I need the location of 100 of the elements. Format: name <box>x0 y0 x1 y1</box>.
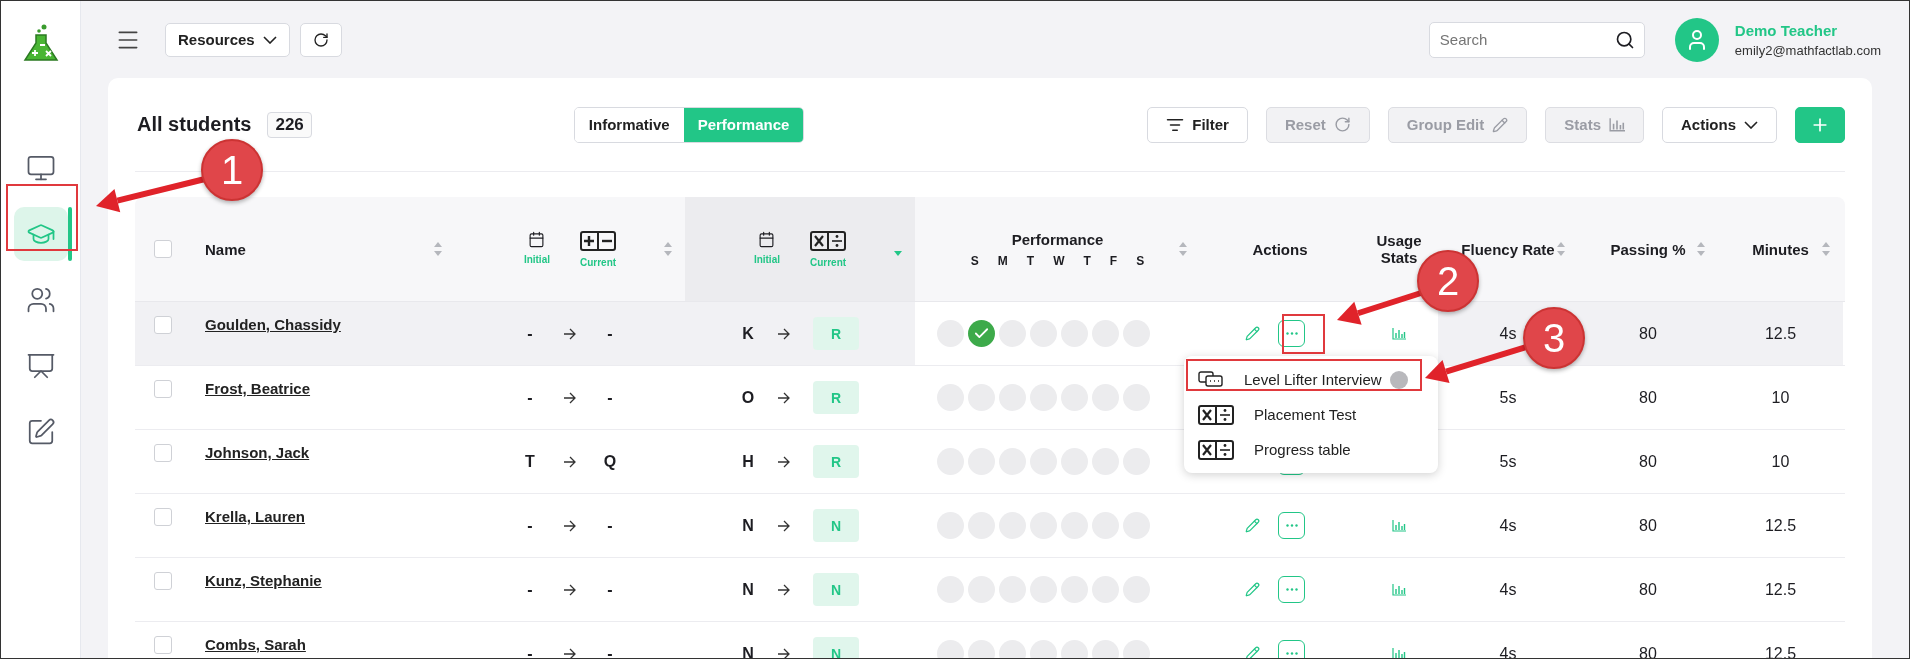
level-text: - <box>526 388 534 407</box>
passing-value: 80 <box>1639 324 1657 343</box>
calendar-icon <box>528 230 546 248</box>
table-row[interactable]: Combs, Sarah - - N N 4s 80 12.5 <box>135 622 1845 658</box>
level-text: K <box>741 324 755 343</box>
checkbox[interactable] <box>153 380 172 398</box>
student-name-link[interactable]: Frost, Beatrice <box>205 380 311 397</box>
bar-chart-icon <box>1609 117 1625 132</box>
edit-icon[interactable] <box>1245 582 1260 597</box>
column-header: Performance <box>1011 230 1104 248</box>
checkbox[interactable] <box>153 240 172 258</box>
weekday-label: M <box>997 253 1008 268</box>
level-badge: R <box>813 317 859 350</box>
passing-value: 80 <box>1639 644 1657 658</box>
column-header: Name <box>204 240 246 258</box>
level-badge: R <box>813 445 859 478</box>
minutes-value: 12.5 <box>1764 516 1797 535</box>
level-text: - <box>606 388 614 407</box>
level-badge: N <box>813 573 859 606</box>
sort-icon[interactable] <box>1178 241 1188 257</box>
table-row[interactable]: Krella, Lauren - - N N 4s 80 12.5 <box>135 494 1845 558</box>
sort-icon[interactable] <box>663 241 673 257</box>
pencil-icon <box>1492 116 1509 133</box>
info-badge-icon[interactable] <box>1389 370 1408 389</box>
weekday-label: T <box>1083 253 1091 268</box>
fluency-value: 5s <box>1499 452 1517 471</box>
level-text: - <box>526 580 534 599</box>
weekday-label: F <box>1109 253 1118 268</box>
times-divide-icon <box>1198 439 1234 460</box>
speech-bubbles-icon <box>1198 370 1224 389</box>
bar-chart-icon[interactable] <box>1392 583 1406 596</box>
arrow-icon <box>777 391 791 404</box>
search-field[interactable]: Search <box>1428 21 1645 58</box>
add-button[interactable] <box>1795 106 1845 143</box>
search-icon[interactable] <box>1614 29 1635 50</box>
arrow-icon <box>563 455 577 468</box>
edit-icon[interactable] <box>1245 518 1260 533</box>
toolbar-button[interactable]: Filter <box>1147 106 1248 143</box>
users-icon <box>25 285 56 315</box>
more-button[interactable] <box>1278 512 1305 539</box>
ellipsis-icon <box>1285 332 1298 335</box>
plus-minus-icon <box>580 230 617 251</box>
level-text: - <box>606 644 614 658</box>
flask-logo-icon[interactable] <box>21 23 60 63</box>
sort-icon[interactable] <box>433 241 443 257</box>
sort-icon[interactable] <box>1696 241 1706 257</box>
level-text: Q <box>603 452 617 471</box>
level-text: N <box>741 580 755 599</box>
more-button[interactable] <box>1278 576 1305 603</box>
student-name-link[interactable]: Kunz, Stephanie <box>205 572 322 589</box>
checkbox[interactable] <box>153 508 172 526</box>
student-name-link[interactable]: Combs, Sarah <box>205 636 306 653</box>
arrow-icon <box>563 391 577 404</box>
level-badge: N <box>813 509 859 542</box>
checkbox[interactable] <box>153 572 172 590</box>
weekday-label: T <box>1026 253 1035 268</box>
weekday-label: S <box>1136 253 1145 268</box>
passing-value: 80 <box>1639 516 1657 535</box>
checkbox[interactable] <box>153 636 172 654</box>
student-name-link[interactable]: Johnson, Jack <box>205 444 310 461</box>
fluency-value: 4s <box>1499 580 1517 599</box>
menu-item[interactable]: Progress table <box>1184 432 1438 467</box>
sidebar-item[interactable] <box>13 207 68 261</box>
more-button[interactable] <box>1278 320 1305 347</box>
column-subheader: Current <box>580 256 617 268</box>
sort-icon[interactable] <box>1821 241 1831 257</box>
bar-chart-icon[interactable] <box>1392 327 1406 340</box>
menu-item[interactable]: Placement Test <box>1184 397 1438 432</box>
edit-icon[interactable] <box>1245 326 1260 341</box>
level-text: - <box>526 324 534 343</box>
caret-icon <box>1744 120 1758 129</box>
student-name-link[interactable]: Goulden, Chassidy <box>205 316 341 333</box>
times-divide-icon <box>810 230 847 251</box>
level-badge: R <box>813 381 859 414</box>
student-name-link[interactable]: Krella, Lauren <box>205 508 306 525</box>
ellipsis-icon <box>1285 524 1298 527</box>
column-header: Actions <box>1252 240 1308 258</box>
passing-value: 80 <box>1639 388 1657 407</box>
level-text: - <box>606 580 614 599</box>
refresh-button[interactable] <box>299 22 342 57</box>
column-subheader: Initial <box>753 253 780 265</box>
toolbar-button[interactable]: Actions <box>1662 106 1777 143</box>
level-text: N <box>741 516 755 535</box>
arrow-icon <box>563 327 577 340</box>
refresh-icon <box>312 31 329 48</box>
passing-value: 80 <box>1639 452 1657 471</box>
highlight-frame <box>1282 314 1325 354</box>
checkbox[interactable] <box>153 316 172 334</box>
bar-chart-icon[interactable] <box>1392 647 1406 658</box>
level-text: - <box>526 516 534 535</box>
column-header: Minutes <box>1752 240 1809 258</box>
user-email: emily2@mathfactlab.com <box>1734 42 1881 58</box>
presentation-icon <box>25 351 56 381</box>
edit-icon[interactable] <box>1245 646 1260 658</box>
sort-icon[interactable] <box>1556 241 1566 257</box>
resources-button[interactable]: Resources <box>165 22 290 57</box>
arrow-icon <box>777 519 791 532</box>
bar-chart-icon[interactable] <box>1392 519 1406 532</box>
checkbox[interactable] <box>153 444 172 462</box>
table-row[interactable]: Kunz, Stephanie - - N N 4s 80 12.5 <box>135 558 1845 622</box>
